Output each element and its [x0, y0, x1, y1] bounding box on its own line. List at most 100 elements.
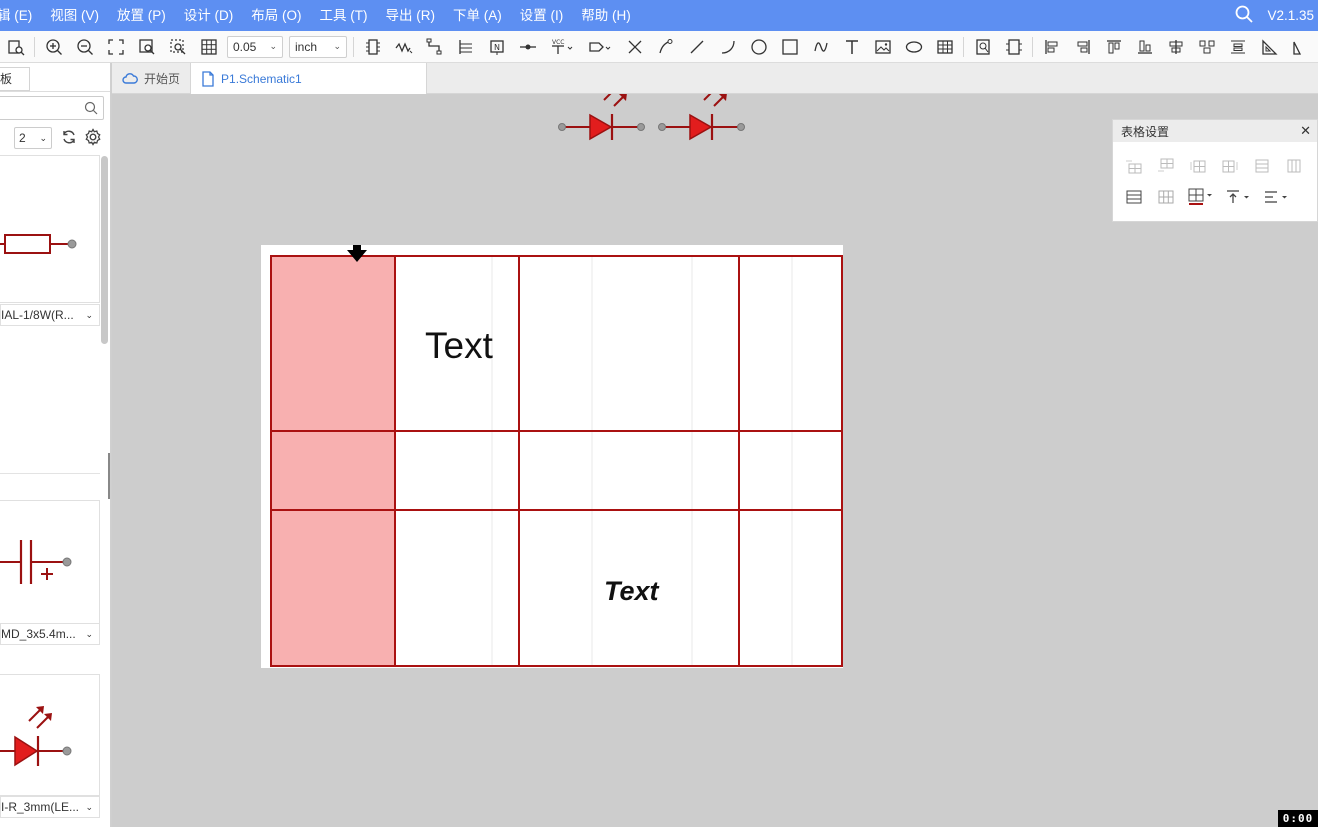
toolbar: 0.05 ⌄ inch ⌄ N VCC [0, 31, 1318, 63]
arc-icon[interactable] [712, 31, 743, 62]
tab-start-page[interactable]: 开始页 [112, 63, 192, 94]
fit-view-icon[interactable] [100, 31, 131, 62]
search-icon[interactable] [1235, 5, 1254, 26]
align-top-icon[interactable] [1098, 31, 1129, 62]
menu-layout[interactable]: 布局 (O) [242, 0, 310, 31]
ellipse-icon[interactable] [898, 31, 929, 62]
zoom-out-icon[interactable] [69, 31, 100, 62]
chevron-down-icon: ⌄ [83, 305, 93, 325]
delete-column-icon[interactable] [1283, 156, 1305, 176]
line-icon[interactable] [681, 31, 712, 62]
menu-tools[interactable]: 工具 (T) [311, 0, 377, 31]
image-icon[interactable] [867, 31, 898, 62]
triangle-ruler-icon[interactable] [1253, 31, 1284, 62]
toolbar-divider [1032, 36, 1033, 57]
led-symbol[interactable] [658, 94, 745, 141]
zoom-selection-icon[interactable] [162, 31, 193, 62]
border-style-icon[interactable] [1187, 187, 1215, 207]
menu-edit[interactable]: 辑 (E) [0, 0, 41, 31]
component-name-select[interactable]: I-R_3mm(LE... ⌄ [0, 796, 100, 818]
divider [0, 91, 110, 92]
grid-icon[interactable] [193, 31, 224, 62]
search-icon[interactable] [84, 101, 98, 118]
table-column-selected[interactable] [271, 256, 395, 666]
library-search-input[interactable] [0, 96, 104, 120]
text-icon[interactable] [836, 31, 867, 62]
wire-icon[interactable] [388, 31, 419, 62]
bus-icon[interactable] [419, 31, 450, 62]
menu-help[interactable]: 帮助 (H) [572, 0, 640, 31]
table-icon[interactable] [929, 31, 960, 62]
menu-order[interactable]: 下单 (A) [444, 0, 511, 31]
chevron-down-icon: ⌄ [333, 41, 341, 51]
menu-view[interactable]: 视图 (V) [41, 0, 108, 31]
bezier-icon[interactable] [805, 31, 836, 62]
panel-tab-label: 板 [0, 72, 13, 86]
component-name-select[interactable]: MD_3x5.4m... ⌄ [0, 623, 100, 645]
menubar-right: V2.1.35 [1235, 0, 1314, 31]
distribute-icon[interactable] [1191, 31, 1222, 62]
flip-icon[interactable] [1284, 31, 1315, 62]
grid-size-select[interactable]: 0.05 ⌄ [227, 35, 283, 58]
menu-export[interactable]: 导出 (R) [377, 0, 445, 31]
delete-row-icon[interactable] [1251, 156, 1273, 176]
menu-settings[interactable]: 设置 (I) [511, 0, 573, 31]
align-center-h-icon[interactable] [1160, 31, 1191, 62]
distribute-v-icon[interactable] [1222, 31, 1253, 62]
pin-icon[interactable] [650, 31, 681, 62]
unit-select[interactable]: inch ⌄ [289, 35, 347, 58]
page-value: 2 [19, 131, 26, 145]
vertical-align-icon[interactable] [1225, 187, 1253, 207]
page-select[interactable]: 2 ⌄ [14, 127, 52, 149]
refresh-icon[interactable] [61, 129, 77, 148]
split-cells-icon[interactable] [1155, 187, 1177, 207]
gear-icon[interactable] [84, 128, 102, 149]
annotate-icon[interactable] [998, 31, 1029, 62]
component-name: I-R_3mm(LE... [1, 800, 80, 814]
component-icon[interactable] [357, 31, 388, 62]
panel-resize-handle[interactable] [108, 453, 110, 499]
zoom-in-icon[interactable] [38, 31, 69, 62]
chevron-down-icon: ⌄ [39, 133, 47, 143]
cross-probe-icon[interactable] [0, 31, 31, 62]
chevron-down-icon: ⌄ [83, 624, 93, 644]
menu-place[interactable]: 放置 (P) [108, 0, 175, 31]
component-card[interactable] [0, 155, 100, 303]
toolbar-divider [353, 36, 354, 57]
vcc-icon[interactable]: VCC [543, 31, 581, 62]
bus-entry-icon[interactable] [450, 31, 481, 62]
align-bottom-icon[interactable] [1129, 31, 1160, 62]
junction-icon[interactable] [512, 31, 543, 62]
drc-check-icon[interactable] [967, 31, 998, 62]
insert-column-right-icon[interactable] [1219, 156, 1241, 176]
insert-row-below-icon[interactable] [1155, 156, 1177, 176]
net-port-icon[interactable] [581, 31, 619, 62]
component-name-select[interactable]: IAL-1/8W(R... ⌄ [0, 304, 100, 326]
menu-design[interactable]: 设计 (D) [175, 0, 243, 31]
component-card[interactable] [0, 674, 100, 796]
align-right-icon[interactable] [1067, 31, 1098, 62]
table-cell-text[interactable]: Text [425, 325, 494, 366]
merge-cells-icon[interactable] [1123, 187, 1145, 207]
zoom-area-icon[interactable] [131, 31, 162, 62]
net-label-icon[interactable]: N [481, 31, 512, 62]
table-cell-text[interactable]: Text [604, 576, 660, 606]
scrollbar-thumb[interactable] [101, 156, 108, 344]
table-settings-panel: 表格设置 ✕ [1112, 119, 1318, 222]
panel-tab[interactable]: 板 [0, 67, 30, 91]
led-symbol[interactable] [558, 94, 645, 141]
panel-header: 表格设置 ✕ [1113, 120, 1317, 142]
close-icon[interactable]: ✕ [1300, 123, 1311, 139]
rectangle-icon[interactable] [774, 31, 805, 62]
panel-title: 表格设置 [1121, 124, 1170, 139]
insert-column-left-icon[interactable] [1187, 156, 1209, 176]
horizontal-align-icon[interactable] [1263, 187, 1291, 207]
component-card[interactable] [0, 500, 100, 632]
cloud-icon [122, 72, 138, 84]
schematic-table[interactable]: Text Text [261, 245, 843, 669]
no-connect-icon[interactable] [619, 31, 650, 62]
insert-row-above-icon[interactable] [1123, 156, 1145, 176]
circle-icon[interactable] [743, 31, 774, 62]
align-left-icon[interactable] [1036, 31, 1067, 62]
tab-schematic[interactable]: P1.Schematic1 [191, 63, 428, 94]
